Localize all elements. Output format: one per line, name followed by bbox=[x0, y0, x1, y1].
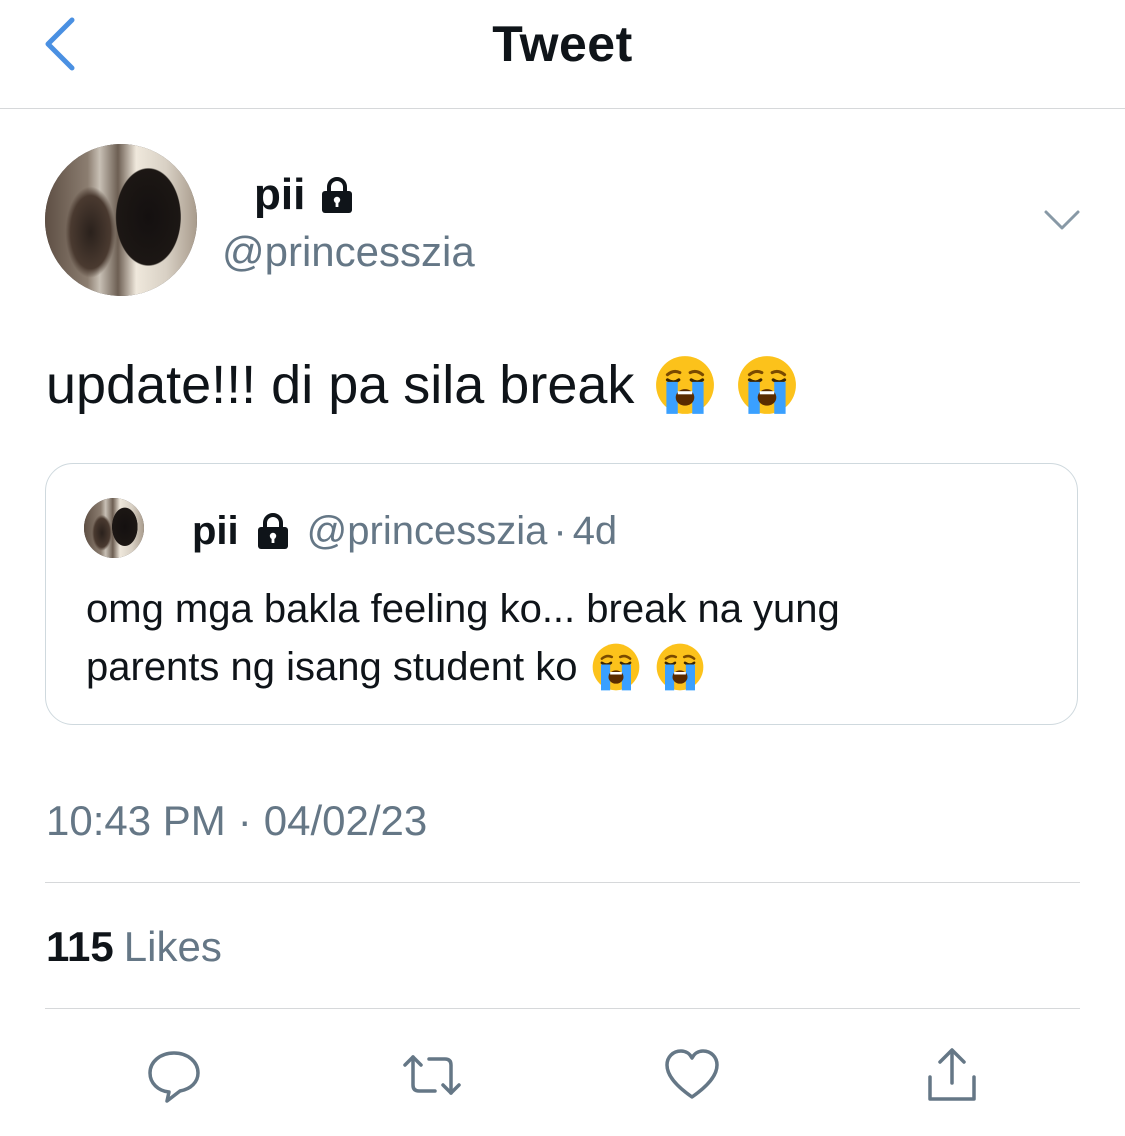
author-avatar[interactable] bbox=[45, 144, 197, 296]
loudly-crying-face-emoji bbox=[738, 356, 797, 414]
separator-dot: · bbox=[237, 797, 252, 844]
divider bbox=[45, 1008, 1080, 1009]
retweet-icon bbox=[403, 1055, 461, 1095]
reply-button[interactable] bbox=[139, 1040, 209, 1110]
author-display-name: pii bbox=[254, 170, 306, 219]
quoted-author-handle: @princesszia bbox=[306, 509, 548, 553]
reply-icon bbox=[148, 1051, 200, 1103]
quoted-author-avatar bbox=[84, 498, 144, 558]
quoted-text-line-1: omg mga bakla feeling ko... break na yun… bbox=[86, 587, 840, 631]
tweet-timestamp: 10:43 PM · 04/02/23 bbox=[46, 794, 427, 848]
loudly-crying-face-emoji bbox=[657, 643, 704, 691]
quoted-text-line: parents ng isang student ko bbox=[86, 638, 1046, 696]
lock-icon bbox=[257, 513, 288, 549]
quoted-tweet-age: 4d bbox=[572, 509, 618, 553]
chevron-down-icon bbox=[1044, 210, 1080, 230]
separator-dot: · bbox=[553, 509, 567, 553]
tweet-time: 10:43 PM bbox=[46, 797, 226, 844]
page-title: Tweet bbox=[492, 16, 633, 72]
loudly-crying-face-emoji bbox=[593, 643, 640, 691]
likes-count: 115 bbox=[46, 923, 114, 970]
quoted-text-line-2: parents ng isang student ko bbox=[86, 645, 578, 689]
quoted-tweet-text: omg mga bakla feeling ko... break na yun… bbox=[86, 580, 1046, 696]
divider bbox=[45, 882, 1080, 883]
likes-label: Likes bbox=[123, 923, 222, 970]
tweet-text: update!!! di pa sila break bbox=[46, 352, 798, 418]
share-button[interactable] bbox=[917, 1040, 987, 1110]
quoted-author-name: pii bbox=[192, 509, 239, 553]
loudly-crying-face-emoji bbox=[656, 356, 715, 414]
heart-icon bbox=[665, 1049, 719, 1099]
avatar-photo bbox=[45, 144, 197, 296]
nav-bar: Tweet bbox=[0, 0, 1125, 109]
tweet-body: update!!! di pa sila break bbox=[46, 355, 635, 415]
share-icon bbox=[928, 1048, 976, 1101]
author-handle: @princesszia bbox=[222, 228, 475, 275]
tweet-date: 04/02/23 bbox=[263, 797, 428, 844]
retweet-button[interactable] bbox=[397, 1040, 467, 1110]
quoted-text-line: omg mga bakla feeling ko... break na yun… bbox=[86, 580, 1046, 638]
quoted-tweet-header: pii @princesszia · 4d bbox=[192, 508, 617, 554]
likes-summary[interactable]: 115 Likes bbox=[46, 920, 222, 974]
avatar-photo bbox=[84, 498, 144, 558]
like-button[interactable] bbox=[657, 1040, 727, 1110]
author-name[interactable]: pii bbox=[254, 168, 357, 222]
tweet-menu-button[interactable] bbox=[1040, 204, 1084, 236]
lock-icon bbox=[322, 177, 353, 213]
